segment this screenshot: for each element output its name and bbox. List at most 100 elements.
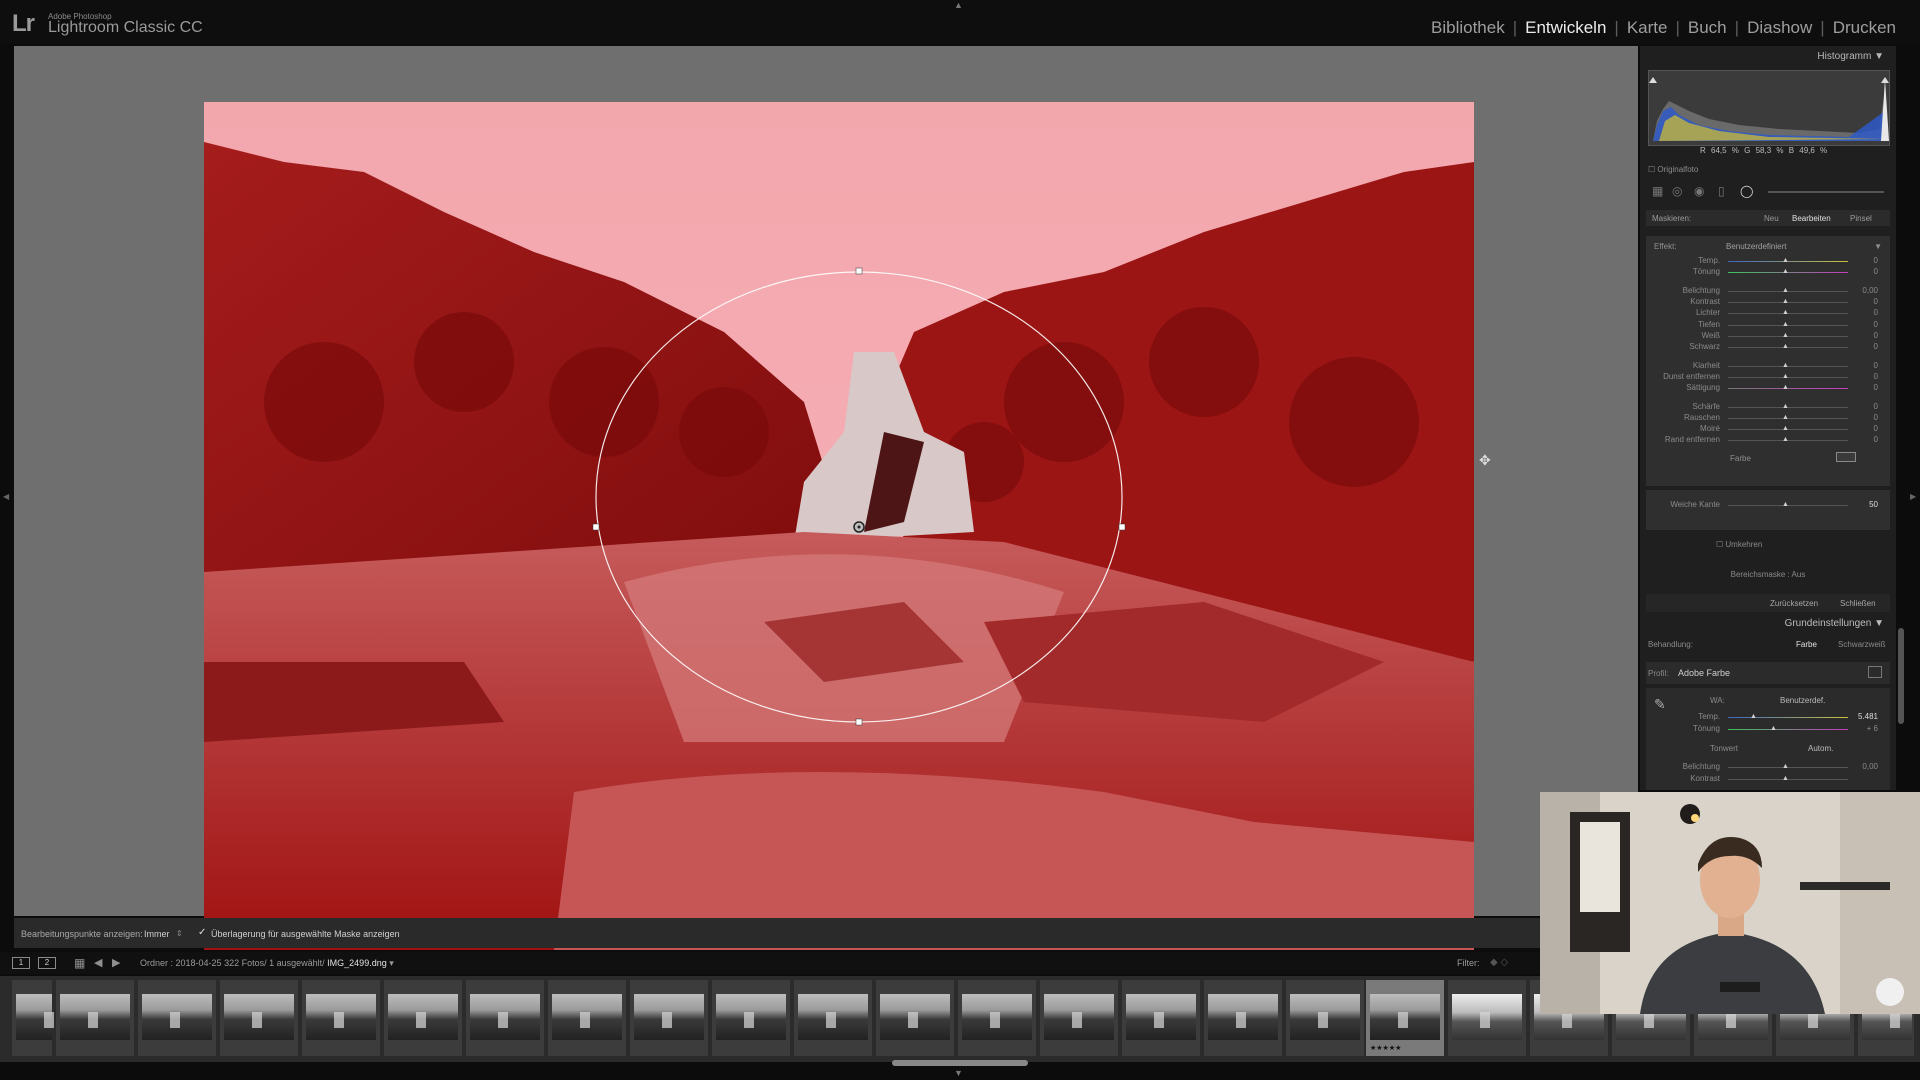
original-photo-toggle[interactable]: ☐ Originalfoto [1648,165,1698,174]
edit-pins-dropdown[interactable]: Immer [144,929,170,939]
filmstrip-source-path[interactable]: Ordner : 2018-04-25 322 Fotos/ 1 ausgewä… [140,958,394,969]
color-swatch[interactable] [1836,452,1856,462]
slider-noise[interactable]: Rauschen ▲ 0 [1646,413,1890,424]
filmstrip-thumbnail[interactable] [548,980,626,1056]
filmstrip-thumbnail[interactable] [138,980,216,1056]
slider-feather[interactable]: Weiche Kante ▲ 50 [1646,500,1890,511]
grid-view-icon[interactable]: ▦ [74,956,85,970]
collapse-left-panel-icon[interactable]: ◀ [3,492,9,501]
slider-shadows[interactable]: Tiefen ▲ 0 [1646,320,1890,331]
slider-wb-temp[interactable]: Temp. ▲ 5.481 [1646,712,1890,723]
auto-tone-button[interactable]: Autom. [1808,744,1833,753]
filmstrip-thumbnail[interactable] [1286,980,1364,1056]
waterfall-photo-with-mask-overlay [204,102,1474,950]
mask-brush-button[interactable]: Pinsel [1850,214,1872,223]
module-bibliothek[interactable]: Bibliothek [1423,18,1513,38]
radial-handle-left [592,523,600,531]
filmstrip-scrollbar[interactable] [892,1060,1028,1066]
right-panel-scrollbar[interactable] [1898,628,1904,724]
overlay-label[interactable]: Überlagerung für ausgewählte Maske anzei… [211,929,400,939]
second-screen-button[interactable]: 2 [38,957,56,969]
profile-browser-icon[interactable] [1868,666,1882,678]
slider-tint[interactable]: Tönung ▲ 0 [1646,267,1890,278]
filmstrip-thumbnail[interactable] [630,980,708,1056]
photo-preview[interactable] [204,102,1474,950]
module-drucken[interactable]: Drucken [1825,18,1904,38]
invert-checkbox[interactable]: ☐ Umkehren [1716,540,1762,549]
filmstrip-thumbnail[interactable] [1448,980,1526,1056]
filmstrip-thumbnail[interactable] [1204,980,1282,1056]
treatment-color-button[interactable]: Farbe [1796,640,1817,649]
collapse-top-panel-icon[interactable]: ▲ [954,0,963,10]
collapse-filmstrip-icon[interactable]: ▼ [954,1068,963,1078]
filter-toggle-icon[interactable]: ◆ ◇ [1490,957,1508,968]
collapse-triangle-icon[interactable]: ▼ [1874,242,1882,251]
filmstrip-thumbnail[interactable] [958,980,1036,1056]
treatment-row: Behandlung: Farbe Schwarzweiß [1646,637,1890,653]
module-diashow[interactable]: Diashow [1739,18,1820,38]
slider-sharpness[interactable]: Schärfe ▲ 0 [1646,402,1890,413]
filmstrip-thumbnail[interactable] [712,980,790,1056]
reset-button[interactable]: Zurücksetzen [1770,599,1818,608]
profile-dropdown[interactable]: Adobe Farbe [1678,668,1730,678]
histogram-title[interactable]: Histogramm ▼ [1817,51,1884,62]
filmstrip-thumbnail[interactable] [220,980,298,1056]
filmstrip-thumbnail[interactable] [1122,980,1200,1056]
slider-blacks[interactable]: Schwarz ▲ 0 [1646,342,1890,353]
slider-basic-contrast[interactable]: Kontrast ▲ [1646,774,1890,785]
filmstrip-thumbnail[interactable] [1040,980,1118,1056]
reset-close-row: Zurücksetzen Schließen [1646,594,1890,612]
eyedropper-icon[interactable]: ✎ [1654,696,1666,713]
red-eye-icon[interactable]: ◉ [1694,184,1704,198]
slider-clarity[interactable]: Klarheit ▲ 0 [1646,361,1890,372]
slider-dehaze[interactable]: Dunst entfernen ▲ 0 [1646,372,1890,383]
histogram[interactable] [1648,70,1890,146]
forward-arrow-icon[interactable]: ▶ [112,956,120,969]
mask-new-button[interactable]: Neu [1764,214,1779,223]
filmstrip-thumbnail[interactable] [794,980,872,1056]
radial-filter-icon[interactable]: ◯ [1740,184,1753,198]
filmstrip-thumbnail[interactable] [384,980,462,1056]
selected-filename: IMG_2499.dng [327,958,387,968]
overlay-checkbox[interactable]: ✓ [198,927,206,938]
slider-moire[interactable]: Moiré ▲ 0 [1646,424,1890,435]
slider-defringe[interactable]: Rand entfernen ▲ 0 [1646,435,1890,446]
slider-whites[interactable]: Weiß ▲ 0 [1646,331,1890,342]
module-karte[interactable]: Karte [1619,18,1676,38]
chevron-updown-icon[interactable]: ⇕ [176,929,183,938]
filmstrip-thumbnail[interactable] [466,980,544,1056]
slider-temp[interactable]: Temp. ▲ 0 [1646,256,1890,267]
slider-basic-exposure[interactable]: Belichtung ▲ 0,00 [1646,762,1890,773]
radial-handle-right [1118,523,1126,531]
collapse-right-panel-icon[interactable]: ▶ [1910,492,1916,501]
module-entwickeln[interactable]: Entwickeln [1517,18,1614,38]
slider-contrast[interactable]: Kontrast ▲ 0 [1646,297,1890,308]
effect-label: Effekt: [1654,242,1677,251]
develop-canvas[interactable]: ✥ [14,46,1638,950]
slider-highlights[interactable]: Lichter ▲ 0 [1646,308,1890,319]
graduated-filter-icon[interactable]: ▯ [1718,184,1725,198]
slider-exposure[interactable]: Belichtung ▲ 0,00 [1646,286,1890,297]
close-button[interactable]: Schließen [1840,599,1876,608]
radial-filter-settings: Effekt: Benutzerdefiniert ▼ Temp. ▲ 0 Tönu… [1646,236,1890,486]
crop-grid-icon[interactable]: ▦ [1652,184,1663,198]
brush-slider[interactable] [1768,191,1884,193]
mask-label: Maskieren: [1652,214,1692,223]
filmstrip-thumbnail[interactable] [302,980,380,1056]
filmstrip-thumbnail[interactable] [56,980,134,1056]
spot-removal-icon[interactable]: ◎ [1672,184,1682,198]
range-mask-dropdown[interactable]: Bereichsmaske : Aus [1646,570,1890,584]
slider-saturation[interactable]: Sättigung ▲ 0 [1646,383,1890,394]
module-buch[interactable]: Buch [1680,18,1735,38]
filmstrip-thumbnail-selected[interactable]: ★★★★★ [1366,980,1444,1056]
effect-preset-dropdown[interactable]: Benutzerdefiniert [1726,242,1786,251]
back-arrow-icon[interactable]: ◀ [94,956,102,969]
wb-dropdown[interactable]: Benutzerdef. [1780,696,1825,705]
treatment-bw-button[interactable]: Schwarzweiß [1838,640,1886,649]
filmstrip-thumbnail[interactable] [12,980,54,1056]
filmstrip-thumbnail[interactable] [876,980,954,1056]
basic-panel-title[interactable]: Grundeinstellungen ▼ [1785,618,1884,629]
slider-wb-tint[interactable]: Tönung ▲ + 6 [1646,724,1890,735]
main-screen-button[interactable]: 1 [12,957,30,969]
mask-edit-button[interactable]: Bearbeiten [1792,214,1831,223]
